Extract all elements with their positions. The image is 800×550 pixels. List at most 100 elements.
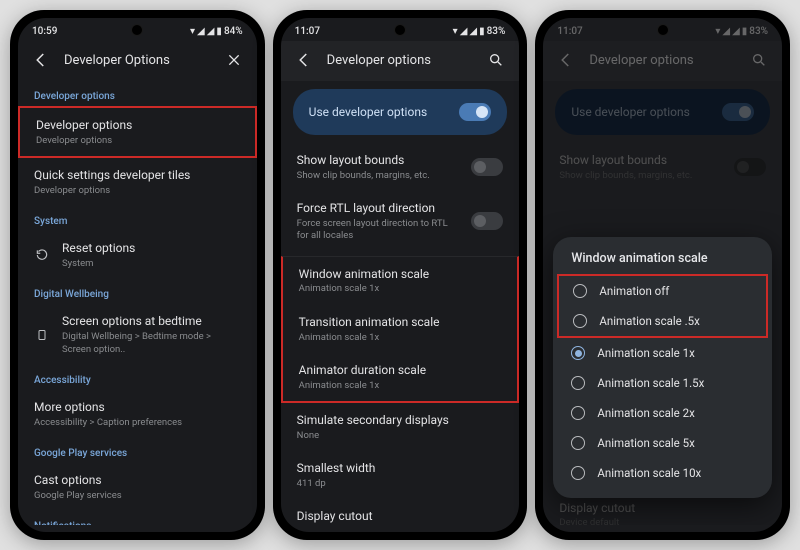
radio-icon [571,436,585,450]
search-icon[interactable] [750,51,768,69]
radio-label: Animation scale 2x [597,406,694,420]
list-item-developer-options[interactable]: Developer options Developer options [18,106,257,158]
highlighted-animation-group: Window animation scale Animation scale 1… [281,256,520,403]
list-item-transition-animation[interactable]: Transition animation scale Animation sca… [283,305,518,353]
radio-icon [571,466,585,480]
list-item-reset[interactable]: Reset options System [18,231,257,279]
list-item-force-rtl[interactable]: Force RTL layout direction Force screen … [281,191,520,251]
search-icon[interactable] [487,51,505,69]
item-title: Reset options [62,240,241,257]
item-subtitle: 411 dp [297,478,504,490]
item-subtitle: Animation scale 1x [299,380,502,392]
item-title: Quick settings developer tiles [34,167,241,184]
battery-icon: ▮ [479,26,485,37]
list-item-quick-tiles[interactable]: Quick settings developer tiles Developer… [18,158,257,206]
battery-percent: 83% [487,26,506,37]
reset-icon [34,247,50,263]
radio-icon [573,284,587,298]
list-item-display-cutout[interactable]: Display cutout Device default [281,499,520,525]
page-title: Developer options [589,53,736,68]
list-item-smallest-width[interactable]: Smallest width 411 dp [281,451,520,499]
item-subtitle: Animation scale 1x [299,283,502,295]
radio-option-scale-1x[interactable]: Animation scale 1x [557,338,768,368]
switch-icon[interactable] [734,158,766,176]
item-title: Cast options [34,472,241,489]
window-animation-scale-dialog: Window animation scale Animation off Ani… [553,237,772,498]
section-label: Notifications [18,511,257,525]
radio-option-scale-5x[interactable]: Animation scale 5x [557,428,768,458]
clock: 10:59 [32,26,57,37]
clock: 11:07 [557,26,582,37]
radio-option-scale-10x[interactable]: Animation scale 10x [557,458,768,488]
battery-percent: 84% [224,26,243,37]
signal-icon: ◢ [460,26,468,37]
close-icon[interactable] [225,51,243,69]
radio-label: Animation scale .5x [599,314,699,328]
item-title: Show layout bounds [559,152,722,169]
item-subtitle: Developer options [34,185,241,197]
list-item-layout-bounds[interactable]: Show layout bounds Show clip bounds, mar… [543,143,782,191]
item-title: Animator duration scale [299,362,502,379]
radio-option-scale-15x[interactable]: Animation scale 1.5x [557,368,768,398]
radio-label: Animation scale 1x [597,346,694,360]
switch-icon[interactable] [722,103,754,121]
signal-icon: ◢ [207,26,215,37]
battery-icon: ▮ [216,26,222,37]
toggle-label: Use developer options [309,105,427,119]
switch-icon[interactable] [471,158,503,176]
section-label: Digital Wellbeing [18,279,257,304]
item-subtitle: Force screen layout direction to RTL for… [297,218,460,243]
item-subtitle: Animation scale 1x [299,332,502,344]
item-subtitle: Digital Wellbeing > Bedtime mode > Scree… [62,331,241,356]
app-bar: Developer Options [18,41,257,81]
wifi-icon: ▾ [453,26,458,37]
item-subtitle: System [62,258,241,270]
back-icon[interactable] [32,51,50,69]
item-title: Smallest width [297,460,504,477]
radio-option-animation-off[interactable]: Animation off [559,276,766,306]
section-label: Accessibility [18,365,257,390]
item-title: Display cutout [297,508,504,525]
phone-icon [34,327,50,343]
signal-icon: ◢ [732,26,740,37]
dialog-title: Window animation scale [557,251,768,274]
app-bar: Developer options [281,41,520,81]
wifi-icon: ▾ [190,26,195,37]
item-title: More options [34,399,241,416]
radio-label: Animation scale 1.5x [597,376,704,390]
list-item-cast[interactable]: Cast options Google Play services [18,463,257,511]
section-label: System [18,206,257,231]
item-subtitle: None [297,430,504,442]
item-title: Window animation scale [299,266,502,283]
radio-icon [573,314,587,328]
item-title: Show layout bounds [297,152,460,169]
app-bar: Developer options [543,41,782,81]
switch-icon[interactable] [471,212,503,230]
radio-label: Animation scale 10x [597,466,701,480]
radio-option-scale-2x[interactable]: Animation scale 2x [557,398,768,428]
radio-label: Animation off [599,284,669,298]
item-title: Screen options at bedtime [62,313,241,330]
list-item-more-options[interactable]: More options Accessibility > Caption pre… [18,390,257,438]
signal-icon: ◢ [197,26,205,37]
signal-icon: ◢ [722,26,730,37]
item-title: Display cutout [559,500,766,517]
section-label: Google Play services [18,438,257,463]
back-icon[interactable] [557,51,575,69]
use-developer-options-toggle[interactable]: Use developer options [555,89,770,135]
switch-icon[interactable] [459,103,491,121]
list-item-animator-duration[interactable]: Animator duration scale Animation scale … [283,353,518,401]
item-subtitle: Developer options [36,135,239,147]
clock: 11:07 [295,26,320,37]
radio-option-scale-05x[interactable]: Animation scale .5x [559,306,766,336]
item-subtitle: Show clip bounds, margins, etc. [297,170,460,182]
list-item-bedtime[interactable]: Screen options at bedtime Digital Wellbe… [18,304,257,364]
list-item-layout-bounds[interactable]: Show layout bounds Show clip bounds, mar… [281,143,520,191]
back-icon[interactable] [295,51,313,69]
item-subtitle: Device default [559,517,766,525]
list-item-simulate-displays[interactable]: Simulate secondary displays None [281,403,520,451]
radio-icon [571,406,585,420]
use-developer-options-toggle[interactable]: Use developer options [293,89,508,135]
list-item-window-animation[interactable]: Window animation scale Animation scale 1… [283,257,518,305]
item-title: Force RTL layout direction [297,200,460,217]
